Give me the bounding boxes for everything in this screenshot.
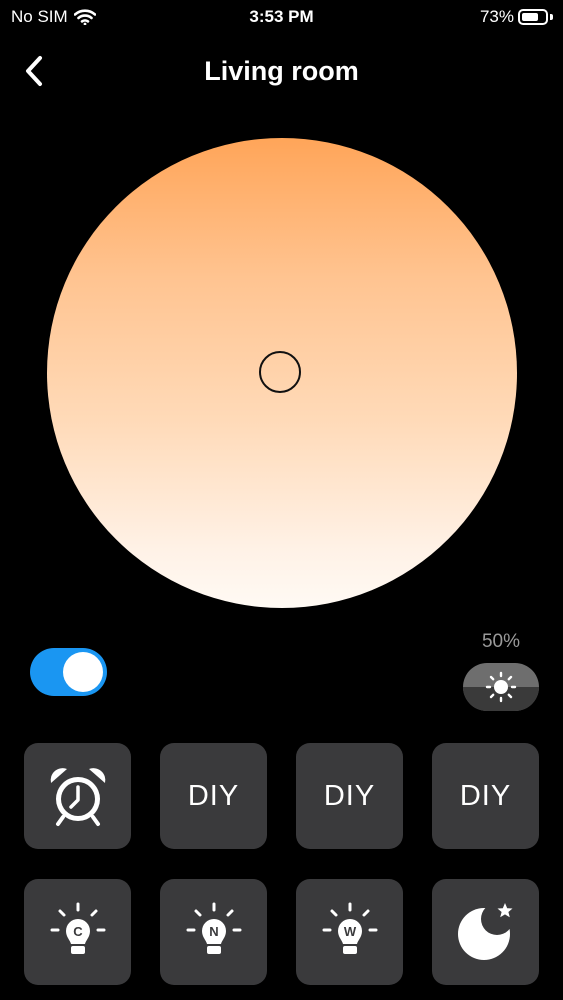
alarm-button[interactable]	[24, 743, 131, 849]
diy-label: DIY	[459, 779, 512, 812]
diy-label: DIY	[187, 779, 240, 812]
svg-text:N: N	[209, 924, 218, 939]
svg-text:C: C	[73, 924, 83, 939]
clock: 3:53 PM	[249, 7, 314, 26]
night-mode-button[interactable]	[432, 879, 539, 985]
page-title: Living room	[204, 56, 359, 86]
diy-button-3[interactable]: DIY	[432, 743, 539, 849]
bulb-icon: C	[50, 902, 105, 954]
diy-button-1[interactable]: DIY	[160, 743, 267, 849]
sun-icon	[485, 671, 517, 703]
status-right: 73%	[480, 7, 553, 27]
bulb-icon: N	[186, 902, 241, 954]
diy-label: DIY	[323, 779, 376, 812]
alarm-clock-icon	[50, 768, 105, 826]
svg-text:W: W	[343, 924, 356, 939]
moon-star-icon	[457, 903, 512, 960]
color-wheel-handle[interactable]	[259, 351, 301, 393]
nav-bar: Living room	[0, 44, 563, 100]
battery-icon	[518, 9, 548, 25]
diy-button-2[interactable]: DIY	[296, 743, 403, 849]
color-wheel[interactable]	[47, 138, 517, 608]
brightness-slider[interactable]	[463, 663, 539, 711]
bulb-icon: W	[322, 902, 377, 954]
status-bar: No SIM 3:53 PM 73%	[0, 0, 563, 34]
natural-white-button[interactable]: N	[160, 879, 267, 985]
brightness-value: 50%	[481, 631, 521, 652]
warm-white-button[interactable]: W	[296, 879, 403, 985]
cool-white-button[interactable]: C	[24, 879, 131, 985]
toggle-knob	[63, 652, 103, 692]
battery-percent: 73%	[479, 7, 514, 26]
power-toggle[interactable]	[30, 648, 107, 696]
battery-nub	[550, 14, 553, 20]
